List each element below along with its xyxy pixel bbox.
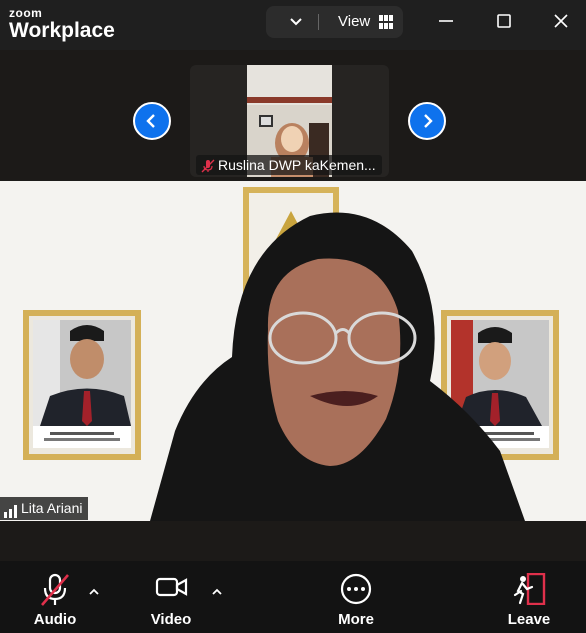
leave-door-icon bbox=[513, 573, 546, 605]
video-camera-icon bbox=[155, 577, 188, 597]
next-page-button[interactable] bbox=[408, 102, 446, 140]
participant-thumbnail[interactable]: Ruslina DWP kaKemen... bbox=[190, 65, 389, 177]
view-button[interactable]: View bbox=[338, 13, 370, 30]
view-control: View bbox=[266, 6, 403, 38]
app-logo-title: Workplace bbox=[9, 19, 115, 42]
chevron-down-icon[interactable] bbox=[288, 13, 304, 34]
active-speaker-video[interactable] bbox=[0, 181, 586, 521]
chevron-right-icon bbox=[424, 114, 433, 128]
more-label: More bbox=[338, 611, 374, 628]
title-bar: zoom Workplace View bbox=[0, 0, 586, 50]
audio-label: Audio bbox=[33, 611, 77, 628]
video-button[interactable]: Video bbox=[141, 561, 201, 633]
portrait-left bbox=[23, 310, 141, 460]
more-options-icon bbox=[340, 573, 372, 605]
chevron-left-icon bbox=[146, 114, 155, 128]
thumbnail-name-label: Ruslina DWP kaKemen... bbox=[196, 155, 382, 175]
divider bbox=[318, 14, 319, 30]
more-button[interactable]: More bbox=[326, 561, 386, 633]
maximize-icon[interactable] bbox=[495, 12, 513, 35]
speaker-name-label: Lita Ariani bbox=[0, 497, 89, 520]
muted-microphone-icon bbox=[41, 573, 69, 606]
video-label: Video bbox=[150, 611, 192, 628]
leave-button[interactable]: Leave bbox=[499, 561, 559, 633]
leave-label: Leave bbox=[507, 611, 551, 628]
meeting-toolbar: Audio Video More Leave bbox=[0, 561, 586, 633]
audio-button[interactable]: Audio bbox=[25, 561, 85, 633]
close-icon[interactable] bbox=[552, 12, 570, 35]
grid-view-icon[interactable] bbox=[379, 15, 393, 34]
muted-mic-icon bbox=[201, 158, 215, 177]
previous-page-button[interactable] bbox=[133, 102, 171, 140]
speaker-name-text: Lita Ariani bbox=[21, 500, 83, 516]
audio-options-caret-icon[interactable] bbox=[89, 583, 99, 601]
video-options-caret-icon[interactable] bbox=[212, 583, 222, 601]
app-logo-small: zoom bbox=[9, 6, 43, 20]
minimize-icon[interactable] bbox=[437, 12, 455, 35]
signal-bars-icon bbox=[4, 502, 18, 525]
video-bottom-band bbox=[0, 521, 586, 561]
thumbnail-name-text: Ruslina DWP kaKemen... bbox=[218, 157, 376, 173]
thumbnail-strip: Ruslina DWP kaKemen... bbox=[0, 50, 586, 180]
